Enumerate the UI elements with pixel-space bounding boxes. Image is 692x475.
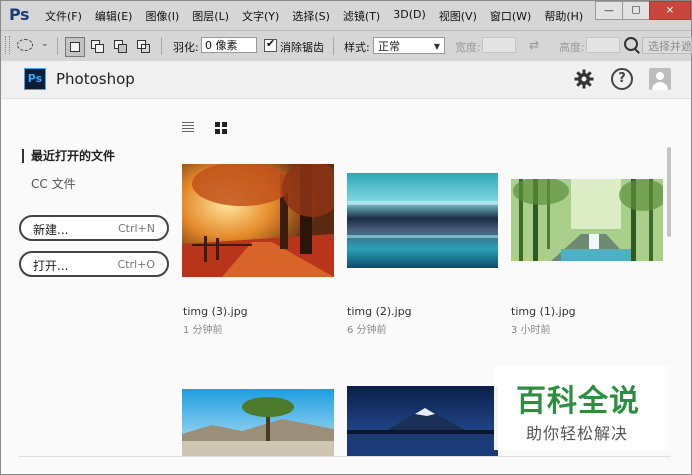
start-header: Ps Photoshop ?	[1, 61, 691, 99]
chevron-down-icon: ▼	[433, 42, 440, 51]
avatar[interactable]	[649, 68, 671, 90]
menu-image[interactable]: 图像(I)	[145, 8, 179, 24]
left-nav: 最近打开的文件 CC 文件 新建... Ctrl+N 打开... Ctrl+O	[1, 99, 177, 474]
close-button[interactable]: ✕	[649, 1, 691, 20]
avatar-head	[656, 72, 664, 80]
grid-view-icon[interactable]	[215, 122, 227, 134]
recent-file-name[interactable]: timg (2).jpg	[347, 305, 412, 318]
photoshop-logo: Ps	[9, 5, 29, 24]
recent-file-name[interactable]: timg (1).jpg	[511, 305, 576, 318]
maximize-icon: ☐	[631, 5, 641, 16]
style-select[interactable]: 正常 ▼	[373, 37, 445, 54]
app-title: Photoshop	[56, 70, 135, 88]
options-divider	[57, 37, 58, 55]
open-file-button[interactable]: 打开... Ctrl+O	[19, 251, 169, 277]
options-grip[interactable]	[5, 36, 10, 54]
options-bar: ⌄ 羽化: 0 像素 ✔ 消除锯齿 样式: 正常 ▼ 宽度: ⇄ 高度: 选择并…	[1, 30, 692, 62]
feather-input[interactable]: 0 像素	[201, 37, 257, 53]
avatar-body	[652, 82, 668, 90]
new-file-label: 新建...	[33, 223, 69, 237]
new-selection-icon	[70, 42, 80, 52]
height-label: 高度:	[559, 41, 585, 54]
subtract-selection-icon	[118, 44, 127, 53]
content-bottom-divider	[19, 456, 671, 457]
minimize-button[interactable]: —	[595, 1, 623, 20]
menu-items: 文件(F) 编辑(E) 图像(I) 图层(L) 文字(Y) 选择(S) 滤镜(T…	[45, 8, 596, 24]
close-icon: ✕	[665, 5, 675, 16]
antialias-checkbox[interactable]: ✔	[264, 37, 277, 52]
watermark-title: 百科全说	[516, 384, 640, 419]
app-window: Ps 文件(F) 编辑(E) 图像(I) 图层(L) 文字(Y) 选择(S) 滤…	[0, 0, 692, 475]
watermark-overlay: 百科全说 助你轻松解决	[494, 366, 668, 450]
intersect-selection-icon	[141, 44, 150, 53]
new-file-shortcut: Ctrl+N	[117, 222, 155, 235]
open-file-label: 打开...	[33, 259, 69, 273]
add-selection-icon	[95, 44, 104, 53]
recent-file-thumbnail[interactable]	[347, 386, 498, 456]
window-controls: — ☐ ✕	[595, 1, 691, 20]
help-icon[interactable]: ?	[611, 68, 633, 90]
recent-file-thumbnail[interactable]	[347, 173, 498, 268]
recent-file-time: 6 分钟前	[347, 325, 387, 336]
menu-layer[interactable]: 图层(L)	[192, 8, 229, 24]
recent-file-thumbnail[interactable]	[511, 179, 663, 261]
maximize-button[interactable]: ☐	[622, 1, 650, 20]
recent-file-name[interactable]: timg (3).jpg	[183, 305, 248, 318]
menu-type[interactable]: 文字(Y)	[242, 8, 279, 24]
tree-landscape-image	[182, 389, 334, 456]
select-and-mask-button[interactable]: 选择并遮住...	[642, 37, 692, 54]
feather-label: 羽化:	[173, 41, 199, 54]
vertical-scrollbar[interactable]	[667, 147, 671, 237]
list-view-icon[interactable]	[182, 122, 194, 132]
recent-file-thumbnail[interactable]	[182, 164, 334, 277]
antialias-label: 消除锯齿	[280, 41, 324, 54]
swap-width-height-icon[interactable]: ⇄	[529, 38, 539, 52]
menu-3d[interactable]: 3D(D)	[393, 8, 426, 24]
minimize-icon: —	[604, 5, 614, 16]
intersect-selection-button[interactable]	[134, 37, 154, 57]
watermark-subtitle: 助你轻松解决	[526, 424, 629, 443]
ps-app-icon: Ps	[24, 68, 46, 90]
menu-edit[interactable]: 编辑(E)	[95, 8, 133, 24]
add-to-selection-button[interactable]	[88, 37, 108, 57]
recent-file-time: 3 小时前	[511, 325, 551, 336]
width-input[interactable]	[482, 37, 516, 53]
start-workspace: Ps Photoshop ? 最近打开的文件 CC 文件 新建... Ctrl+…	[1, 61, 691, 474]
menu-select[interactable]: 选择(S)	[292, 8, 330, 24]
recent-file-time: 1 分钟前	[183, 325, 223, 336]
menu-help[interactable]: 帮助(H)	[544, 8, 583, 24]
search-icon[interactable]	[624, 37, 638, 51]
recent-file-thumbnail[interactable]	[182, 389, 334, 456]
menu-file[interactable]: 文件(F)	[45, 8, 82, 24]
style-select-value: 正常	[378, 40, 400, 53]
options-divider	[333, 37, 334, 55]
menu-view[interactable]: 视图(V)	[439, 8, 477, 24]
options-divider	[161, 37, 162, 55]
mountain-lake-image	[347, 386, 498, 456]
style-label: 样式:	[344, 41, 370, 54]
menu-filter[interactable]: 滤镜(T)	[343, 8, 380, 24]
elliptical-marquee-icon[interactable]	[17, 39, 33, 51]
gear-icon[interactable]	[574, 69, 594, 89]
checkmark-icon: ✔	[266, 37, 276, 50]
new-selection-button[interactable]	[65, 37, 85, 57]
nav-cc-files[interactable]: CC 文件	[31, 175, 76, 192]
new-file-button[interactable]: 新建... Ctrl+N	[19, 215, 169, 241]
blur-seascape-image	[347, 173, 498, 268]
nav-recent-files[interactable]: 最近打开的文件	[22, 149, 115, 163]
menu-window[interactable]: 窗口(W)	[490, 8, 531, 24]
menu-bar: Ps 文件(F) 编辑(E) 图像(I) 图层(L) 文字(Y) 选择(S) 滤…	[1, 1, 691, 29]
bamboo-waterfall-image	[511, 179, 663, 261]
open-file-shortcut: Ctrl+O	[117, 258, 155, 271]
autumn-park-image	[182, 164, 334, 277]
subtract-from-selection-button[interactable]	[111, 37, 131, 57]
height-input[interactable]	[586, 37, 620, 53]
tool-preset-chevron-down-icon[interactable]: ⌄	[41, 39, 49, 49]
width-label: 宽度:	[455, 41, 481, 54]
